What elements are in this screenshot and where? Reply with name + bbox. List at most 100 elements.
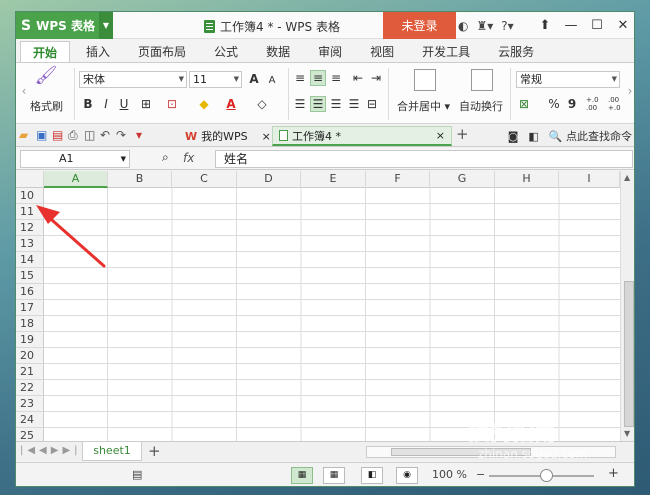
zoom-in-button[interactable]: + bbox=[608, 466, 619, 481]
sheet-nav-arrows-icon[interactable]: |◀◀▶▶| bbox=[20, 445, 82, 456]
wrap-text-icon[interactable] bbox=[471, 69, 493, 91]
chevron-down-icon[interactable]: ▼ bbox=[99, 12, 113, 39]
tab-review[interactable]: 审阅 bbox=[306, 41, 354, 62]
open-folder-icon[interactable]: ▰ bbox=[19, 128, 28, 142]
print-icon[interactable]: ⎙ bbox=[68, 128, 78, 143]
align-right-icon[interactable]: ☰ bbox=[328, 96, 344, 112]
increase-font-button[interactable]: A bbox=[246, 71, 262, 87]
zoom-level[interactable]: 100 % bbox=[432, 468, 467, 481]
vertical-scrollbar[interactable]: ▲ ▼ bbox=[620, 171, 634, 441]
zoom-out-button[interactable]: − bbox=[476, 468, 485, 481]
scroll-down-icon[interactable]: ▼ bbox=[624, 429, 630, 438]
indent-decrease-icon[interactable]: ⇤ bbox=[350, 70, 366, 86]
cell-area[interactable] bbox=[44, 188, 620, 441]
column-header[interactable]: C bbox=[172, 171, 237, 188]
tab-view[interactable]: 视图 bbox=[358, 41, 406, 62]
login-button[interactable]: 未登录 bbox=[383, 12, 456, 39]
underline-button[interactable]: U bbox=[116, 96, 132, 112]
bold-button[interactable]: B bbox=[80, 96, 96, 112]
indent-increase-icon[interactable]: ⇥ bbox=[368, 70, 384, 86]
font-size-select[interactable]: 11 ▼ bbox=[189, 71, 242, 88]
tab-formulas[interactable]: 公式 bbox=[202, 41, 250, 62]
select-all-corner[interactable] bbox=[16, 171, 44, 188]
row-header[interactable]: 24 bbox=[16, 412, 44, 428]
print-preview-icon[interactable]: ◫ bbox=[84, 128, 95, 142]
merge-center-button[interactable]: 合并居中 ▾ bbox=[397, 98, 450, 114]
row-header[interactable]: 23 bbox=[16, 396, 44, 412]
number-format-select[interactable]: 常规 ▼ bbox=[516, 71, 620, 88]
merge-style-icon[interactable]: ⊡ bbox=[164, 96, 180, 112]
name-box[interactable]: A1 ▼ bbox=[20, 150, 130, 168]
maximize-button[interactable]: ☐ bbox=[584, 12, 610, 39]
add-sheet-button[interactable]: + bbox=[148, 442, 161, 460]
sheet-tab[interactable]: sheet1 bbox=[82, 442, 142, 461]
align-middle-icon[interactable]: ≡ bbox=[310, 70, 326, 86]
undo-icon[interactable]: ↶ bbox=[100, 128, 110, 142]
scroll-up-icon[interactable]: ▲ bbox=[624, 173, 630, 182]
font-name-select[interactable]: 宋体 ▼ bbox=[79, 71, 187, 88]
comma-style-button[interactable]: 9 bbox=[564, 96, 580, 112]
ribbon-scroll-left-icon[interactable]: ‹ bbox=[16, 83, 32, 99]
font-color-button[interactable]: A bbox=[223, 96, 239, 112]
row-header[interactable]: 17 bbox=[16, 300, 44, 316]
row-header[interactable]: 10 bbox=[16, 188, 44, 204]
page-layout-view-button[interactable]: ◧ bbox=[361, 467, 383, 484]
row-header[interactable]: 15 bbox=[16, 268, 44, 284]
tab-developer[interactable]: 开发工具 bbox=[410, 41, 482, 62]
merge-center-icon[interactable] bbox=[414, 69, 436, 91]
row-header[interactable]: 20 bbox=[16, 348, 44, 364]
column-header[interactable]: A bbox=[44, 171, 108, 188]
save-icon[interactable]: ▣ bbox=[36, 128, 47, 142]
minimize-button[interactable]: — bbox=[558, 12, 584, 39]
tab-page-layout[interactable]: 页面布局 bbox=[126, 41, 198, 62]
column-header[interactable]: E bbox=[301, 171, 366, 188]
column-header[interactable]: B bbox=[108, 171, 172, 188]
borders-icon[interactable]: ⊞ bbox=[138, 96, 154, 112]
row-header[interactable]: 21 bbox=[16, 364, 44, 380]
align-top-icon[interactable]: ≡ bbox=[292, 70, 308, 86]
row-header[interactable]: 14 bbox=[16, 252, 44, 268]
redo-icon[interactable]: ↷ bbox=[116, 128, 126, 142]
column-header[interactable]: D bbox=[237, 171, 301, 188]
search-command[interactable]: 🔍 点此查找命令 bbox=[549, 128, 632, 144]
restore-layout-icon[interactable]: ⬆ bbox=[532, 12, 558, 39]
shirt-icon[interactable]: ♜▾ bbox=[476, 19, 493, 33]
ribbon-scroll-right-icon[interactable]: › bbox=[622, 83, 634, 99]
close-button[interactable]: ✕ bbox=[610, 12, 634, 39]
format-painter-label[interactable]: 格式刷 bbox=[30, 98, 63, 114]
justify-icon[interactable]: ☰ bbox=[346, 96, 362, 112]
export-pdf-icon[interactable]: ▤ bbox=[52, 128, 63, 142]
row-header[interactable]: 18 bbox=[16, 316, 44, 332]
side-panel-toggle[interactable] bbox=[634, 317, 635, 337]
doc-icon[interactable]: ◙ bbox=[508, 130, 519, 143]
column-header[interactable]: H bbox=[495, 171, 559, 188]
clear-format-icon[interactable]: ◇ bbox=[254, 96, 270, 112]
tab-insert[interactable]: 插入 bbox=[74, 41, 122, 62]
format-painter-icon[interactable]: 🖌 bbox=[35, 65, 58, 86]
doc-tab-workbook[interactable]: 工作簿4 * × bbox=[272, 126, 452, 146]
macro-record-icon[interactable]: ▤ bbox=[132, 468, 142, 481]
app-menu-button[interactable]: S WPS 表格 ▼ bbox=[16, 12, 113, 39]
percent-button[interactable]: % bbox=[546, 96, 562, 112]
align-bottom-icon[interactable]: ≡ bbox=[328, 70, 344, 86]
column-header[interactable]: I bbox=[559, 171, 620, 188]
close-tab-icon[interactable]: × bbox=[262, 130, 271, 143]
row-header[interactable]: 11 bbox=[16, 204, 44, 220]
distribute-icon[interactable]: ⊟ bbox=[364, 96, 380, 112]
insert-function-button[interactable]: fx bbox=[183, 151, 194, 165]
scroll-thumb[interactable] bbox=[624, 281, 634, 427]
close-tab-icon[interactable]: × bbox=[436, 129, 445, 142]
align-center-icon[interactable]: ☰ bbox=[310, 96, 326, 112]
align-left-icon[interactable]: ☰ bbox=[292, 96, 308, 112]
doc-tab-my-wps[interactable]: W 我的WPS × bbox=[179, 126, 277, 146]
formula-input[interactable]: 姓名 bbox=[215, 150, 633, 168]
skin-icon[interactable]: ◐ bbox=[458, 19, 468, 33]
tab-cloud[interactable]: 云服务 bbox=[486, 41, 546, 62]
currency-icon[interactable]: ⊠ bbox=[516, 96, 532, 112]
increase-decimal-button[interactable]: +.0 .00 bbox=[586, 96, 606, 112]
decrease-font-button[interactable]: A bbox=[264, 72, 280, 88]
normal-view-button[interactable]: ▦ bbox=[291, 467, 313, 484]
customize-arrow-icon[interactable]: ▾ bbox=[136, 128, 142, 142]
row-header[interactable]: 13 bbox=[16, 236, 44, 252]
fill-color-icon[interactable]: ◆ bbox=[196, 96, 212, 112]
